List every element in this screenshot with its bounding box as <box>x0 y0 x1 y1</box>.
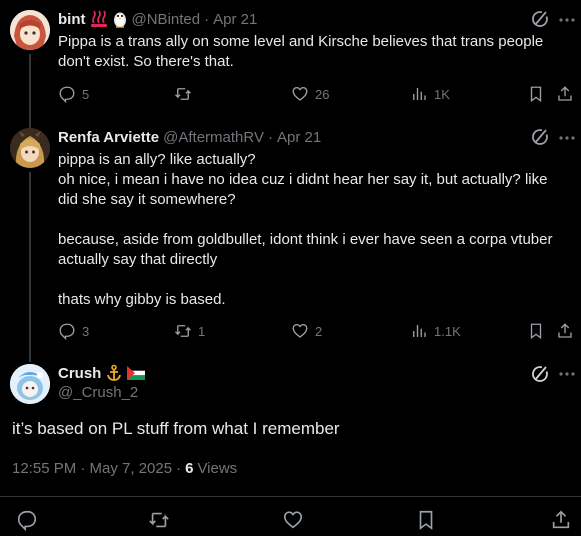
separator: · <box>176 460 182 477</box>
grok-icon[interactable] <box>531 10 549 28</box>
share-button[interactable] <box>556 321 574 341</box>
bookmark-button[interactable] <box>527 84 545 104</box>
reply-count: 3 <box>82 323 90 339</box>
reply-button[interactable]: 5 <box>58 84 89 104</box>
timestamp[interactable]: Apr 21 <box>213 11 257 28</box>
tweet-text: Pippa is a trans ally on some level and … <box>58 33 548 70</box>
reply-icon <box>59 323 75 340</box>
repost-icon <box>175 325 191 337</box>
views-button[interactable]: 1K <box>410 84 450 104</box>
reply-icon <box>17 510 37 532</box>
views-count: 6 <box>185 460 194 477</box>
handle[interactable]: @AftermathRV <box>163 129 264 146</box>
repost-count: 1 <box>198 323 206 339</box>
reply-button[interactable]: 3 <box>58 321 89 341</box>
thread-line <box>29 118 31 128</box>
like-button[interactable]: 26 <box>291 84 329 104</box>
like-count: 26 <box>315 86 330 102</box>
heart-icon <box>292 86 308 101</box>
tweet-text: pippa is an ally? like actually? oh nice… <box>58 151 553 308</box>
penguin-emoji <box>112 10 128 28</box>
hot-springs-emoji <box>90 10 108 28</box>
share-icon <box>552 510 570 529</box>
like-button[interactable]: 2 <box>291 321 322 341</box>
views-chart-icon <box>413 325 426 337</box>
handle[interactable]: @_Crush_2 <box>58 384 138 401</box>
timestamp[interactable]: 12:55 PM · May 7, 2025 <box>12 460 172 477</box>
more-options-icon[interactable] <box>557 10 577 30</box>
divider <box>0 496 581 497</box>
repost-icon <box>175 88 191 100</box>
reply-icon <box>59 86 75 103</box>
share-button[interactable] <box>550 509 572 531</box>
reply-tweet-2[interactable]: Renfa Arviette @AftermathRV · Apr 21 pip… <box>0 118 581 350</box>
reply-button[interactable] <box>16 509 38 532</box>
tweet-actions: 5 26 1K <box>58 84 578 104</box>
tweet-meta: 12:55 PM · May 7, 2025 · 6 Views <box>12 460 237 477</box>
handle[interactable]: @NBinted <box>132 11 201 28</box>
display-name[interactable]: Crush <box>58 365 101 382</box>
reply-tweet-1[interactable]: bint @NBinted · Apr 21 Pippa is a trans … <box>0 0 581 118</box>
grok-icon[interactable] <box>531 365 549 383</box>
bookmark-icon <box>419 510 433 530</box>
avatar[interactable] <box>10 364 50 404</box>
views-count: 1.1K <box>434 323 461 339</box>
heart-icon <box>283 511 303 529</box>
repost-icon <box>149 512 169 528</box>
main-author-name: Crush <box>58 364 146 382</box>
repost-button[interactable] <box>148 509 170 531</box>
bookmark-icon <box>530 323 542 340</box>
anchor-emoji <box>105 364 123 382</box>
bookmark-button[interactable] <box>527 321 545 341</box>
grok-icon[interactable] <box>531 128 549 146</box>
share-icon <box>558 86 572 101</box>
palestine-flag-emoji <box>127 366 146 380</box>
repost-button[interactable] <box>174 84 198 104</box>
repost-button[interactable]: 1 <box>174 321 205 341</box>
avatar[interactable] <box>10 10 50 50</box>
avatar[interactable] <box>10 128 50 168</box>
views-label: Views <box>197 460 238 477</box>
main-tweet-text: it’s based on PL stuff from what I remem… <box>12 419 340 438</box>
timestamp[interactable]: Apr 21 <box>277 129 321 146</box>
thread-line <box>29 54 31 118</box>
views-count: 1K <box>434 86 450 102</box>
share-button[interactable] <box>556 84 574 104</box>
more-options-icon[interactable] <box>557 128 577 148</box>
display-name[interactable]: bint <box>58 11 86 28</box>
heart-icon <box>292 323 308 338</box>
like-count: 2 <box>315 323 323 339</box>
thread-line <box>29 350 31 362</box>
bookmark-button[interactable] <box>415 509 437 531</box>
more-options-icon[interactable] <box>557 364 577 384</box>
share-icon <box>558 323 572 338</box>
reply-count: 5 <box>82 86 90 102</box>
separator: · <box>267 128 273 146</box>
views-chart-icon <box>413 88 426 100</box>
like-button[interactable] <box>282 509 304 531</box>
tweet-header: bint @NBinted · Apr 21 <box>58 9 257 29</box>
views-button[interactable]: 1.1K <box>410 321 461 341</box>
thread-line <box>29 172 31 350</box>
separator: · <box>204 10 210 28</box>
bookmark-icon <box>530 86 542 103</box>
tweet-header: Renfa Arviette @AftermathRV · Apr 21 <box>58 127 321 147</box>
display-name[interactable]: Renfa Arviette <box>58 129 159 146</box>
tweet-actions: 3 1 2 1.1K <box>58 321 578 341</box>
